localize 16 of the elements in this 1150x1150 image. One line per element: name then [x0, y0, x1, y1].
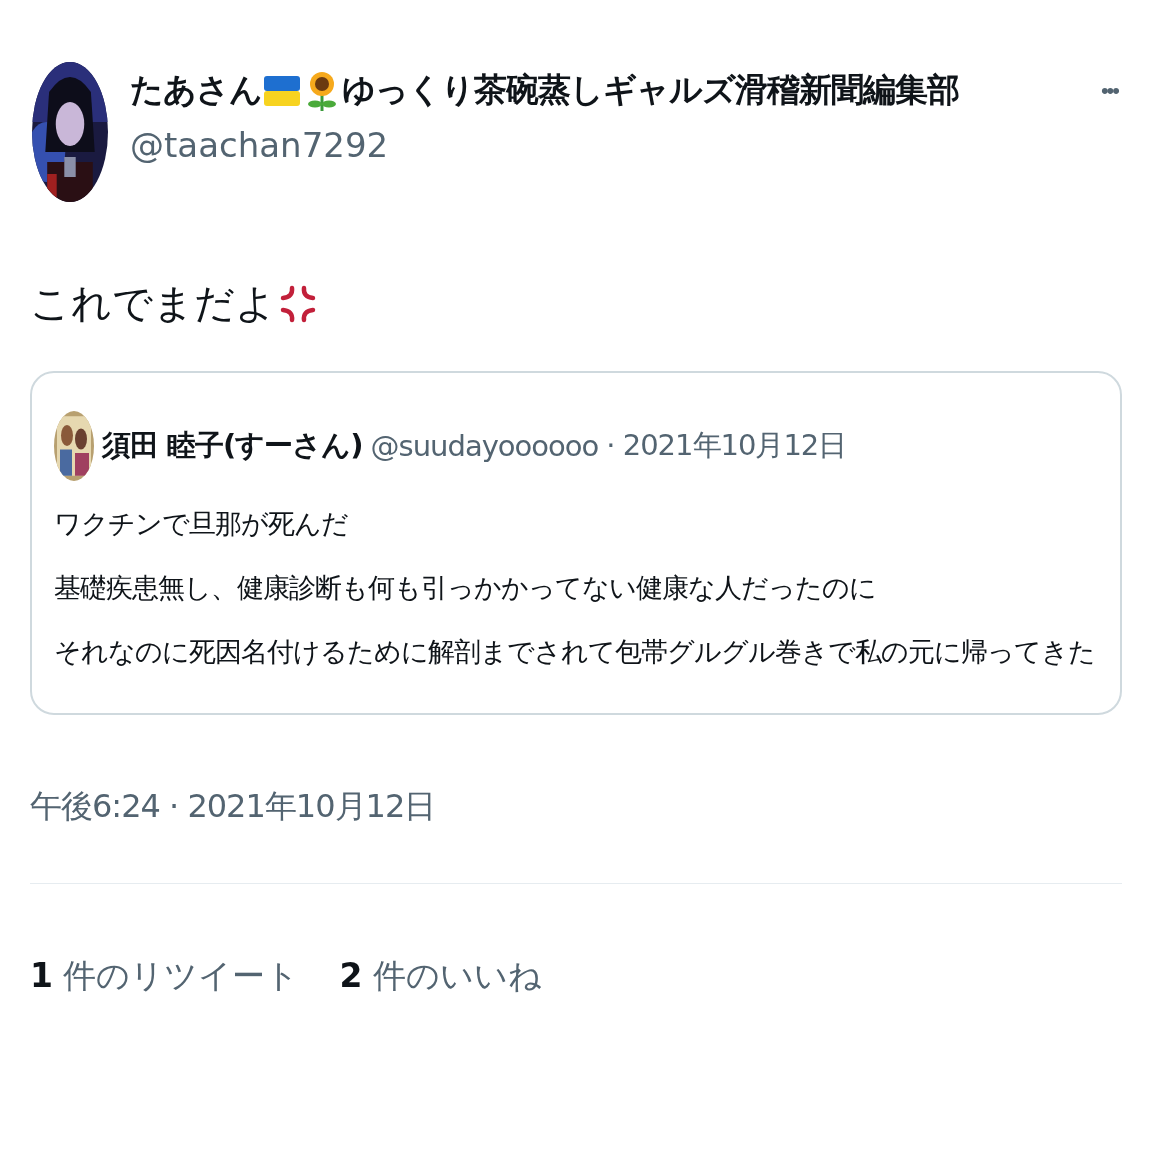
quoted-tweet-text: それなのに死因名付けるために解剖までされて包帯グルグル巻きで私の元に帰ってきた	[54, 635, 1096, 669]
display-name[interactable]: ゆっくり茶碗蒸しギャルズ滑稽新聞編集部	[342, 68, 959, 113]
display-name[interactable]: たあさん	[130, 68, 262, 113]
engagement-count[interactable]: 1 件のリツイート	[30, 954, 300, 999]
tweet-timestamp[interactable]: 午後6:24 · 2021年10月12日	[30, 785, 1122, 829]
quoted-author-handle: @suudayoooooo	[370, 429, 599, 463]
engagement-count[interactable]: 2 件のいいね	[339, 954, 542, 999]
more-button[interactable]: •••	[1100, 78, 1118, 104]
tweet-text: これでまだよ	[30, 279, 276, 328]
quoted-tweet-date: · 2021年10月12日	[606, 427, 847, 464]
user-handle[interactable]: @taachan7292	[130, 125, 1101, 165]
quoted-tweet-text: 基礎疾患無し、健康診断も何も引っかかってない健康な人だったのに	[54, 571, 877, 605]
quoted-tweet-card[interactable]: 須田 睦子(すーさん) @suudayoooooo · 2021年10月12日 ワクチンで旦那が死んだ 基礎疾患無し、健康診断も何も引っかかってない健康な人だったのに それなのに死因名付けるために解剖までされて包帯グルグル巻きで私の元に帰ってきた	[30, 371, 1122, 715]
anger-icon	[278, 283, 318, 324]
quoted-tweet-text: ワクチンで旦那が死んだ	[54, 507, 349, 541]
quoted-author-name: 須田 睦子(すーさん)	[102, 427, 363, 464]
